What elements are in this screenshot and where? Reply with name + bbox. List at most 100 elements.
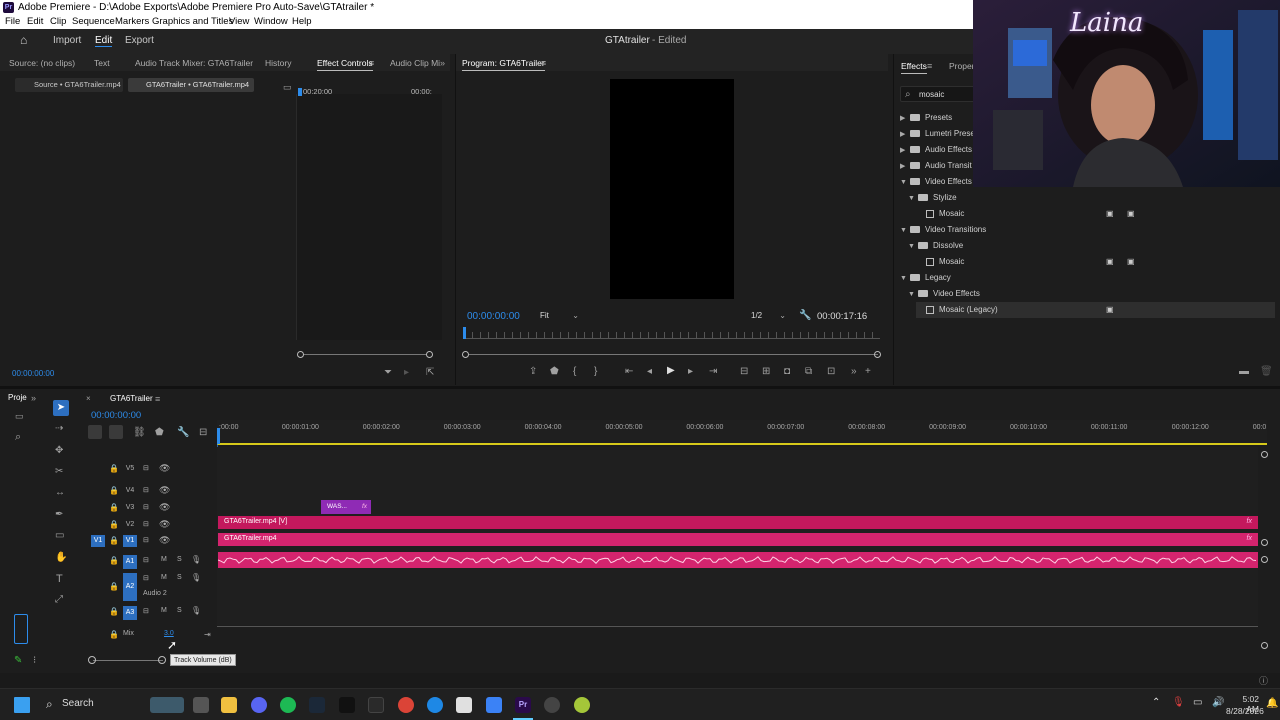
home-icon[interactable]: ⌂ bbox=[20, 34, 27, 46]
sync-lock-icon[interactable]: ⊟ bbox=[143, 556, 149, 564]
start-icon[interactable] bbox=[14, 697, 30, 713]
task-view-icon[interactable] bbox=[193, 697, 209, 713]
effects-tree-item[interactable]: ▼ Video Effects bbox=[908, 286, 980, 302]
mute-button[interactable]: M bbox=[161, 574, 167, 581]
effects-tree-item[interactable]: ▶ Audio Transit bbox=[900, 158, 972, 174]
ec-zoom-handle-left[interactable] bbox=[297, 351, 304, 358]
sync-lock-icon[interactable]: ⊟ bbox=[143, 536, 149, 544]
premiere-taskbar-icon[interactable]: Pr bbox=[515, 697, 531, 713]
menu-help[interactable]: Help bbox=[292, 15, 312, 29]
program-zoom-bar[interactable] bbox=[469, 354, 878, 355]
menu-file[interactable]: File bbox=[5, 15, 20, 29]
new-bin-icon[interactable]: ▬ bbox=[1239, 367, 1249, 377]
chevron-right-icon[interactable]: ▶ bbox=[900, 159, 910, 175]
app-icon[interactable] bbox=[427, 697, 443, 713]
mark-in-icon[interactable]: { bbox=[573, 367, 576, 377]
effects-menu-icon[interactable]: ≡ bbox=[927, 61, 932, 71]
track-label[interactable]: A3 bbox=[123, 606, 137, 620]
filter-icon[interactable]: ⏷ bbox=[384, 368, 392, 378]
eye-icon[interactable]: 👁 bbox=[159, 535, 170, 546]
captions-icon[interactable]: ⊟ bbox=[199, 428, 207, 438]
video-track-header[interactable]: 🔒 V4 ⊟ 👁 bbox=[85, 485, 216, 499]
solo-button[interactable]: S bbox=[177, 574, 182, 581]
network-icon[interactable]: ▭ bbox=[1193, 697, 1202, 708]
video-track-header[interactable]: 🔒 V5 ⊟ 👁 bbox=[85, 463, 216, 477]
menu-markers[interactable]: Markers bbox=[115, 15, 149, 29]
notification-icon[interactable]: 🔔 bbox=[1266, 698, 1278, 709]
more-buttons-icon[interactable]: » bbox=[851, 367, 857, 377]
audio-track-header[interactable]: 🔒 A2 ⊟ M S 🎙 Audio 2 bbox=[85, 573, 216, 601]
clip-v2-video[interactable]: GTA6Trailer.mp4 [V] fx bbox=[218, 516, 1258, 529]
timeline-vscroll[interactable] bbox=[1261, 449, 1268, 649]
effects-tree-item[interactable]: Mosaic ▣ ▣ bbox=[916, 206, 1135, 222]
lock-icon[interactable]: 🔒 bbox=[109, 556, 119, 565]
effects-tree-item[interactable]: ▶ Presets bbox=[900, 110, 952, 126]
chevron-down-icon[interactable]: ▼ bbox=[900, 271, 910, 287]
mute-button[interactable]: M bbox=[161, 607, 167, 614]
nest-toggle-icon[interactable] bbox=[88, 425, 102, 439]
program-timecode[interactable]: 00:00:00:00 bbox=[467, 311, 520, 322]
snap-icon[interactable] bbox=[109, 425, 123, 439]
video-track-header[interactable]: 🔒 V2 ⊟ 👁 bbox=[85, 519, 216, 533]
add-marker-icon[interactable]: ⬟ bbox=[155, 428, 164, 438]
rectangle-tool-icon[interactable]: ▭ bbox=[55, 531, 64, 541]
timeline-settings-icon[interactable]: 🔧 bbox=[177, 428, 189, 438]
timeline-playhead[interactable] bbox=[217, 428, 220, 444]
effects-tree-item[interactable]: Mosaic ▣ ▣ bbox=[916, 254, 1135, 270]
eye-icon[interactable]: 👁 bbox=[159, 502, 170, 513]
info-icon[interactable]: ⓘ bbox=[1259, 676, 1268, 686]
transform-tool-icon[interactable]: ⤢ bbox=[55, 595, 63, 605]
taskbar-date[interactable]: 8/28/2026 bbox=[1226, 706, 1264, 716]
hand-tool-icon[interactable]: ✋ bbox=[55, 553, 67, 563]
play-icon[interactable]: ▶ bbox=[667, 366, 675, 376]
timeline-zoom-bar[interactable] bbox=[93, 660, 163, 661]
track-label[interactable]: V4 bbox=[123, 485, 137, 497]
chevron-down-icon[interactable]: ▼ bbox=[908, 239, 918, 255]
sync-lock-icon[interactable]: ⊟ bbox=[143, 520, 149, 528]
go-to-out-icon[interactable]: ⇥ bbox=[709, 367, 717, 377]
go-to-in-icon[interactable]: ⇤ bbox=[625, 367, 633, 377]
track-select-tool-icon[interactable]: ⇢ bbox=[55, 424, 63, 434]
microphone-icon[interactable]: 🎙 bbox=[191, 573, 201, 582]
program-zoom-handle-left[interactable] bbox=[462, 351, 469, 358]
overwrite-icon[interactable]: ⊞ bbox=[762, 367, 770, 377]
track-label[interactable]: V1 bbox=[123, 535, 137, 547]
tab-program[interactable]: Program: GTA6Trailer bbox=[462, 58, 545, 71]
play-audio-icon[interactable]: ▸ bbox=[404, 368, 409, 378]
ec-timecode[interactable]: 00:00:00:00 bbox=[12, 369, 54, 378]
compare-icon[interactable]: ⧉ bbox=[805, 367, 812, 377]
solo-button[interactable]: S bbox=[177, 607, 182, 614]
lock-icon[interactable]: 🔒 bbox=[109, 464, 119, 473]
mark-out-icon[interactable]: } bbox=[594, 367, 597, 377]
sync-lock-icon[interactable]: ⊟ bbox=[143, 607, 149, 615]
delete-icon[interactable]: 🗑 bbox=[1260, 367, 1273, 377]
selection-tool-icon[interactable]: ➤ bbox=[53, 400, 69, 416]
lock-icon[interactable]: 🔒 bbox=[109, 607, 119, 616]
lock-icon[interactable]: 🔒 bbox=[109, 520, 119, 529]
photos-icon[interactable] bbox=[486, 697, 502, 713]
video-track-header[interactable]: V1 🔒 V1 ⊟ 👁 bbox=[85, 535, 216, 549]
mute-button[interactable]: M bbox=[161, 556, 167, 563]
xbox-icon[interactable] bbox=[368, 697, 384, 713]
razor-tool-icon[interactable]: ✂ bbox=[55, 467, 63, 477]
search-icon[interactable]: ⌕ bbox=[15, 432, 21, 443]
spotify-icon[interactable] bbox=[280, 697, 296, 713]
clip-v1-video[interactable]: GTA6Trailer.mp4 fx bbox=[218, 533, 1258, 546]
chevron-right-icon[interactable]: ▶ bbox=[900, 127, 910, 143]
effects-tree-item[interactable]: ▼ Video Transitions bbox=[900, 222, 986, 238]
insert-icon[interactable]: ⊟ bbox=[740, 367, 748, 377]
ec-playhead[interactable] bbox=[298, 88, 302, 96]
obs-icon[interactable] bbox=[544, 697, 560, 713]
chevron-right-icon[interactable]: ▶ bbox=[900, 143, 910, 159]
program-menu-icon[interactable]: ≡ bbox=[541, 58, 546, 68]
import-workspace-tab[interactable]: Import bbox=[53, 35, 81, 46]
panel-menu-icon[interactable]: ≡ bbox=[369, 58, 374, 68]
tab-text[interactable]: Text bbox=[94, 58, 110, 68]
volume-icon[interactable]: 🔊 bbox=[1212, 697, 1224, 708]
chevron-down-icon[interactable]: ▼ bbox=[900, 175, 910, 191]
resolution-dropdown[interactable]: 1/2 ⌄ bbox=[747, 308, 789, 323]
effects-tree-item[interactable]: ▼ Legacy bbox=[900, 270, 951, 286]
effects-tree-item[interactable]: ▼ Dissolve bbox=[908, 238, 963, 254]
chevron-right-icon[interactable]: ▶ bbox=[900, 111, 910, 127]
program-time-ruler[interactable] bbox=[464, 332, 880, 339]
